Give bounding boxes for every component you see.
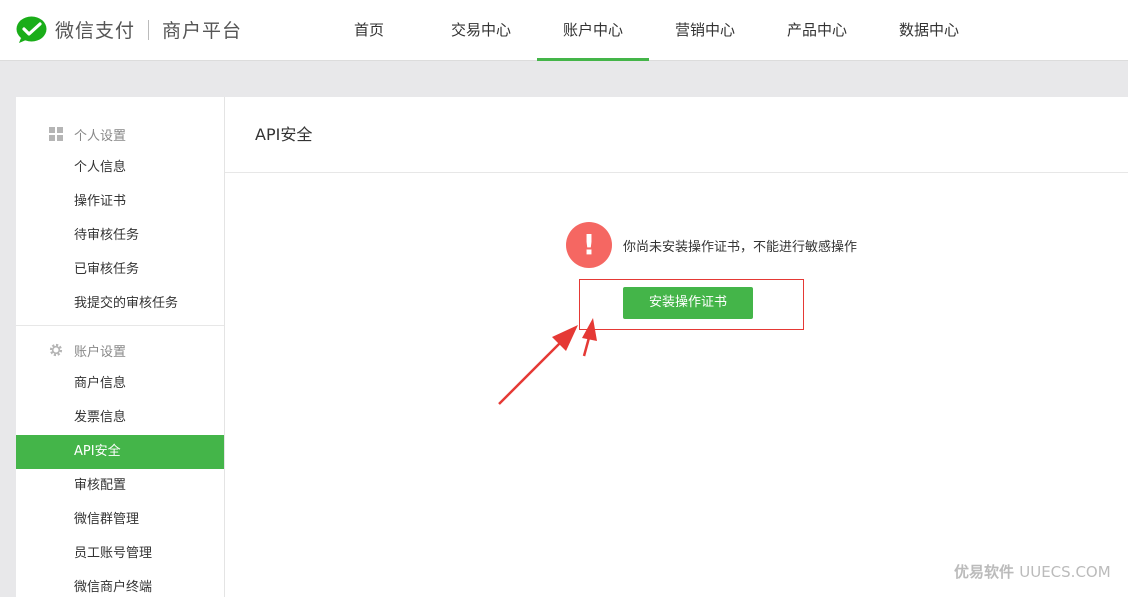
nav-account[interactable]: 账户中心 xyxy=(537,0,649,61)
sidebar-item-pending-tasks[interactable]: 待审核任务 xyxy=(16,219,224,253)
warning-text: 你尚未安装操作证书，不能进行敏感操作 xyxy=(623,239,858,255)
nav-products[interactable]: 产品中心 xyxy=(761,0,873,61)
brand-name: 微信支付 xyxy=(55,20,136,42)
sidebar-item-api-security[interactable]: API安全 xyxy=(16,435,224,469)
sidebar-item-invoice-info[interactable]: 发票信息 xyxy=(16,401,224,435)
sidebar-item-wechat-group[interactable]: 微信群管理 xyxy=(16,503,224,537)
nav-data[interactable]: 数据中心 xyxy=(873,0,985,61)
main-nav: 首页 交易中心 账户中心 营销中心 产品中心 数据中心 xyxy=(313,0,985,61)
install-certificate-button[interactable]: 安装操作证书 xyxy=(623,287,753,319)
warning-icon: ! xyxy=(566,222,612,268)
sidebar-item-reviewed-tasks[interactable]: 已审核任务 xyxy=(16,253,224,287)
nav-home[interactable]: 首页 xyxy=(313,0,425,61)
watermark-brand: 优易软件 xyxy=(954,563,1015,581)
sidebar-group-account: 账户设置 xyxy=(16,333,224,367)
wechat-pay-icon xyxy=(16,16,47,43)
grid-icon xyxy=(49,127,63,141)
sidebar-top-spacer xyxy=(16,97,224,117)
sidebar-item-staff-accounts[interactable]: 员工账号管理 xyxy=(16,537,224,571)
sidebar-item-review-config[interactable]: 审核配置 xyxy=(16,469,224,503)
top-navbar: 微信支付 商户平台 首页 交易中心 账户中心 营销中心 产品中心 数据中心 xyxy=(0,0,1128,61)
sidebar-group-label: 账户设置 xyxy=(74,344,127,360)
brand-divider xyxy=(148,19,150,40)
nav-transactions[interactable]: 交易中心 xyxy=(425,0,537,61)
sidebar-group-label: 个人设置 xyxy=(74,128,127,144)
sidebar: 个人设置 个人信息 操作证书 待审核任务 已审核任务 我提交的审核任务 账户设置… xyxy=(16,97,225,597)
sidebar-divider xyxy=(16,325,224,326)
nav-marketing[interactable]: 营销中心 xyxy=(649,0,761,61)
warning-message: ! 你尚未安装操作证书，不能进行敏感操作 xyxy=(566,222,857,268)
sidebar-group-personal: 个人设置 xyxy=(16,117,224,151)
brand-logo[interactable]: 微信支付 商户平台 xyxy=(16,16,242,43)
sidebar-item-merchant-info[interactable]: 商户信息 xyxy=(16,367,224,401)
sidebar-item-certificate[interactable]: 操作证书 xyxy=(16,185,224,219)
brand-subtitle: 商户平台 xyxy=(162,20,243,42)
gear-icon xyxy=(49,343,63,357)
sidebar-item-personal-info[interactable]: 个人信息 xyxy=(16,151,224,185)
sidebar-item-submitted-tasks[interactable]: 我提交的审核任务 xyxy=(16,287,224,321)
watermark: 优易软件 UUECS.COM xyxy=(946,560,1116,584)
main-panel: API安全 ! 你尚未安装操作证书，不能进行敏感操作 安装操作证书 xyxy=(225,97,1128,597)
page-title: API安全 xyxy=(225,97,1128,173)
watermark-site: UUECS.COM xyxy=(1019,563,1111,581)
sidebar-item-terminals[interactable]: 微信商户终端 xyxy=(16,571,224,597)
